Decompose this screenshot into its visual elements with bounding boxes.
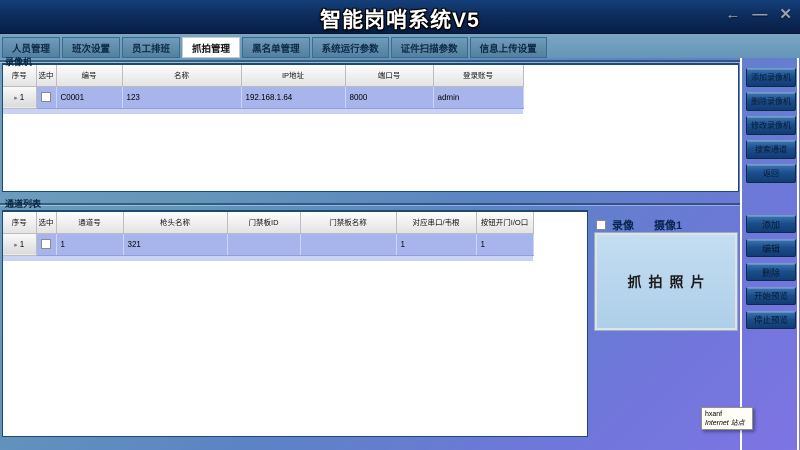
col-login[interactable]: 登录账号 xyxy=(433,65,523,86)
tab-shift-settings[interactable]: 班次设置 xyxy=(62,37,120,58)
title-bar: 智能岗哨系统V5 ← — ✕ xyxy=(0,0,800,34)
row-marker-icon: ▸ xyxy=(14,95,18,102)
tab-bar: 人员管理 班次设置 员工排班 抓拍管理 黑名单管理 系统运行参数 证件扫描参数 … xyxy=(0,34,800,58)
tab-system-run-params[interactable]: 系统运行参数 xyxy=(312,37,389,58)
recorder-table-header: 序号 选中 编号 名称 IP地址 端口号 登录账号 xyxy=(3,65,523,86)
col-selected[interactable]: 选中 xyxy=(36,212,56,233)
cell-camera-name: 321 xyxy=(123,233,227,255)
search-channels-button[interactable]: 搜索通道 xyxy=(746,140,796,159)
start-preview-button[interactable]: 开始预览 xyxy=(746,287,796,305)
channel-group-line xyxy=(0,203,740,205)
back-icon[interactable]: ← xyxy=(725,6,740,24)
col-door-board-id[interactable]: 门禁板ID xyxy=(227,212,300,233)
tooltip: hxanf Internet 站点 xyxy=(701,407,753,430)
recorder-group-label: 录像机 xyxy=(5,55,32,68)
capture-photo-placeholder: 抓拍照片 xyxy=(621,272,712,292)
row-header: ▸1 xyxy=(3,233,36,255)
row-select-cell xyxy=(36,233,56,255)
tab-info-upload-settings[interactable]: 信息上传设置 xyxy=(470,37,547,58)
tooltip-line1: hxanf xyxy=(705,410,749,419)
col-camera-name[interactable]: 枪头名称 xyxy=(123,212,227,233)
add-button[interactable]: 添加 xyxy=(746,215,796,233)
table-row[interactable]: ▸1 C0001 123 192.168.1.64 8000 admin xyxy=(3,86,523,108)
record-label: 录像 xyxy=(612,217,634,233)
app-title: 智能岗哨系统V5 xyxy=(0,4,800,34)
row-checkbox[interactable] xyxy=(41,92,51,102)
tab-blacklist-management[interactable]: 黑名单管理 xyxy=(242,37,310,58)
divider-right xyxy=(797,58,799,450)
row-checkbox[interactable] xyxy=(41,239,51,249)
col-name[interactable]: 名称 xyxy=(122,65,241,86)
close-icon[interactable]: ✕ xyxy=(779,6,792,24)
tab-staff-scheduling[interactable]: 员工排班 xyxy=(122,37,180,58)
channel-table-header: 序号 选中 通道号 枪头名称 门禁板ID 门禁板名称 对应串口/韦根 按钮开门I… xyxy=(3,212,533,233)
col-door-board-name[interactable]: 门禁板名称 xyxy=(300,212,396,233)
cell-door-io: 1 xyxy=(476,233,533,255)
record-option: 录像 xyxy=(596,217,634,233)
capture-photo-box: 抓拍照片 xyxy=(595,233,737,330)
modify-recorder-button[interactable]: 修改录像机 xyxy=(746,116,796,135)
minimize-icon[interactable]: — xyxy=(752,6,767,24)
cell-name: 123 xyxy=(122,86,241,108)
record-checkbox[interactable] xyxy=(596,220,606,230)
cell-serial-wiegand: 1 xyxy=(396,233,476,255)
row-select-cell xyxy=(36,86,56,108)
col-serial-wiegand[interactable]: 对应串口/韦根 xyxy=(396,212,476,233)
col-ip[interactable]: IP地址 xyxy=(241,65,345,86)
channel-group-label: 通道列表 xyxy=(5,197,41,210)
cell-channel-no: 1 xyxy=(56,233,123,255)
tooltip-line2: Internet 站点 xyxy=(705,419,749,428)
col-code[interactable]: 编号 xyxy=(56,65,122,86)
cell-door-board-id xyxy=(227,233,300,255)
cell-door-board-name xyxy=(300,233,396,255)
col-door-io[interactable]: 按钮开门I/O口 xyxy=(476,212,533,233)
col-channel-no[interactable]: 通道号 xyxy=(56,212,123,233)
tab-id-scan-params[interactable]: 证件扫描参数 xyxy=(391,37,468,58)
table-row[interactable]: ▸1 1 321 1 1 xyxy=(3,233,533,255)
col-seq[interactable]: 序号 xyxy=(3,65,36,86)
return-button[interactable]: 返回 xyxy=(746,164,796,183)
camera-preview-panel: 录像 摄像1 抓拍照片 xyxy=(592,210,738,437)
cell-code: C0001 xyxy=(56,86,122,108)
app-window: 智能岗哨系统V5 ← — ✕ 人员管理 班次设置 员工排班 抓拍管理 黑名单管理… xyxy=(0,0,800,450)
new-row-strip xyxy=(3,109,523,114)
cell-ip: 192.168.1.64 xyxy=(241,86,345,108)
add-recorder-button[interactable]: 添加录像机 xyxy=(746,68,796,87)
col-port[interactable]: 端口号 xyxy=(345,65,433,86)
edit-button[interactable]: 编辑 xyxy=(746,239,796,257)
delete-button[interactable]: 删除 xyxy=(746,263,796,281)
delete-recorder-button[interactable]: 删除录像机 xyxy=(746,92,796,111)
tab-capture-management[interactable]: 抓拍管理 xyxy=(182,37,240,58)
channel-table-panel: 序号 选中 通道号 枪头名称 门禁板ID 门禁板名称 对应串口/韦根 按钮开门I… xyxy=(2,210,588,437)
recorder-group-line xyxy=(0,60,740,62)
window-controls: ← — ✕ xyxy=(725,6,792,24)
row-header: ▸1 xyxy=(3,86,36,108)
col-seq[interactable]: 序号 xyxy=(3,212,36,233)
camera-name-label: 摄像1 xyxy=(654,217,682,233)
col-selected[interactable]: 选中 xyxy=(36,65,56,86)
divider-left xyxy=(740,58,742,450)
stop-preview-button[interactable]: 停止预览 xyxy=(746,311,796,329)
channel-table: 序号 选中 通道号 枪头名称 门禁板ID 门禁板名称 对应串口/韦根 按钮开门I… xyxy=(3,212,534,256)
new-row-strip xyxy=(3,256,533,261)
row-marker-icon: ▸ xyxy=(14,242,18,249)
recorder-table-panel: 序号 选中 编号 名称 IP地址 端口号 登录账号 ▸1 C0001 123 1… xyxy=(2,63,739,192)
cell-login: admin xyxy=(433,86,523,108)
cell-port: 8000 xyxy=(345,86,433,108)
recorder-table: 序号 选中 编号 名称 IP地址 端口号 登录账号 ▸1 C0001 123 1… xyxy=(3,65,524,109)
